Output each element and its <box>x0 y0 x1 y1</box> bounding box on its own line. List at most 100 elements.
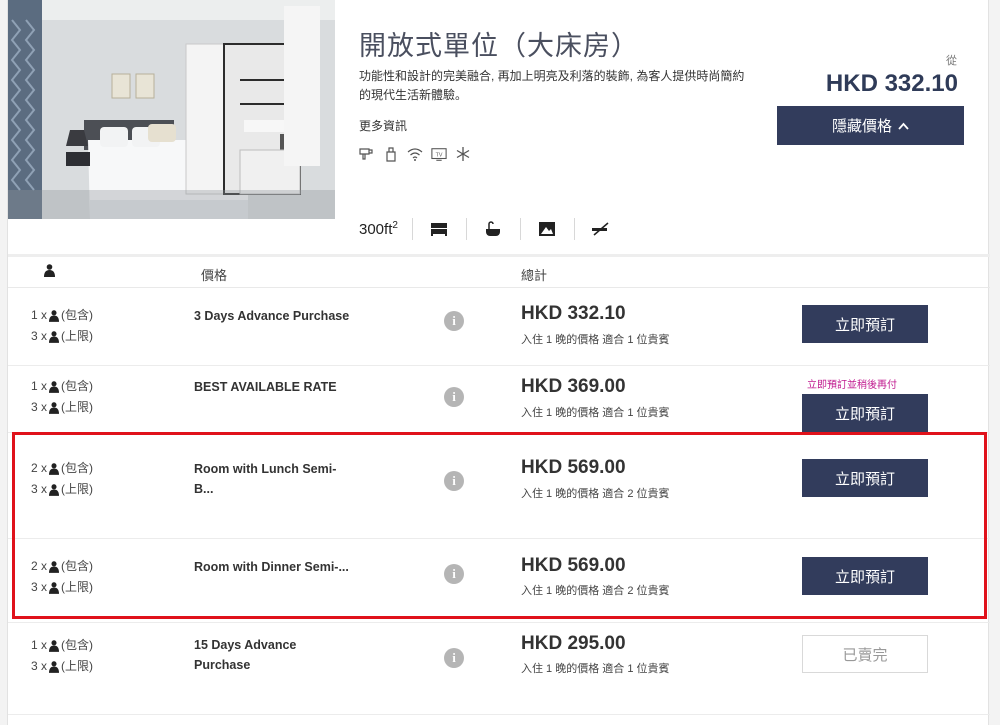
max-label: (上限) <box>61 329 94 343</box>
occupancy: 1 x (包含) 3 x (上限) <box>31 376 93 418</box>
max-count: 3 x <box>31 580 48 594</box>
rate-name[interactable]: 3 Days Advance Purchase <box>194 306 374 326</box>
total-column-header: 總計 <box>521 268 548 283</box>
included-count: 1 x <box>31 308 48 322</box>
svg-text:TV: TV <box>436 152 443 158</box>
included-label: (包含) <box>61 638 94 652</box>
rate-name[interactable]: BEST AVAILABLE RATE <box>194 377 374 397</box>
rate-price: HKD 332.10 <box>521 303 626 324</box>
rate-name-line: Room with Dinner Semi-... <box>194 560 349 574</box>
info-icon[interactable]: i <box>444 311 464 331</box>
guest-icon <box>49 483 60 496</box>
occupancy: 1 x (包含) 3 x (上限) <box>31 635 93 677</box>
guest-icon <box>49 560 60 573</box>
info-icon[interactable]: i <box>444 648 464 668</box>
no-smoking-icon <box>573 218 628 240</box>
info-icon[interactable]: i <box>444 564 464 584</box>
sold-out-button: 已賣完 <box>802 635 928 673</box>
room-title: 開放式單位（大床房） <box>359 31 639 61</box>
rate-row: 1 x (包含) 3 x (上限) BEST AVAILABLE RATE i HK… <box>8 366 990 433</box>
max-count: 3 x <box>31 482 48 496</box>
occupancy: 2 x (包含) 3 x (上限) <box>31 556 93 598</box>
included-label: (包含) <box>61 308 94 322</box>
included-label: (包含) <box>61 379 94 393</box>
rate-subtitle: 入住 1 晚的價格 適合 2 位貴賓 <box>521 488 670 500</box>
rate-name[interactable]: 15 Days Advance Purchase <box>194 635 374 675</box>
wifi-icon <box>407 146 423 162</box>
max-count: 3 x <box>31 329 48 343</box>
room-card: 開放式單位（大床房） 功能性和設計的完美融合, 再加上明亮及利落的裝飾, 為客人… <box>7 0 990 725</box>
rate-price: HKD 569.00 <box>521 457 626 478</box>
toiletries-icon <box>383 146 399 162</box>
rate-name-line: BEST AVAILABLE RATE <box>194 380 337 394</box>
guest-icon <box>49 401 60 414</box>
rate-name-line: 15 Days Advance <box>194 638 297 652</box>
room-features: 300ft2 <box>359 214 628 244</box>
info-icon[interactable]: i <box>444 387 464 407</box>
rate-subtitle: 入住 1 晚的價格 適合 1 位貴賓 <box>521 334 670 346</box>
rate-row: 2 x (包含) 3 x (上限) Room with Lunch Semi- B..… <box>8 433 990 539</box>
included-count: 1 x <box>31 638 48 652</box>
included-count: 2 x <box>31 559 48 573</box>
info-icon[interactable]: i <box>444 471 464 491</box>
section-divider <box>8 254 990 257</box>
guest-icon <box>44 264 55 280</box>
max-label: (上限) <box>61 580 94 594</box>
guest-icon <box>49 309 60 322</box>
rate-name[interactable]: Room with Lunch Semi- B... <box>194 459 374 499</box>
max-label: (上限) <box>61 482 94 496</box>
rate-row: 1 x (包含) 3 x (上限) 3 Days Advance Purchase … <box>8 289 990 366</box>
room-size-unit-sup: 2 <box>392 220 398 231</box>
rate-name[interactable]: Room with Dinner Semi-... <box>194 557 374 577</box>
price-column-header: 價格 <box>201 268 228 283</box>
rate-name-line: Room with Lunch Semi- <box>194 462 337 476</box>
book-now-button[interactable]: 立即預訂 <box>802 394 928 432</box>
rate-price: HKD 295.00 <box>521 633 626 654</box>
rate-name-line: 3 Days Advance Purchase <box>194 309 350 323</box>
room-photo[interactable] <box>8 0 335 219</box>
included-count: 1 x <box>31 379 48 393</box>
air-conditioning-icon <box>455 146 471 162</box>
max-label: (上限) <box>61 400 94 414</box>
guest-icon <box>49 660 60 673</box>
book-now-button[interactable]: 立即預訂 <box>802 305 928 343</box>
tv-icon: TV <box>431 146 447 162</box>
max-count: 3 x <box>31 659 48 673</box>
guest-icon <box>49 581 60 594</box>
rate-subtitle: 入住 1 晚的價格 適合 1 位貴賓 <box>521 663 670 675</box>
from-price: HKD 332.10 <box>825 70 958 97</box>
rate-name-line: Purchase <box>194 658 251 672</box>
rate-subtitle: 入住 1 晚的價格 適合 2 位貴賓 <box>521 585 670 597</box>
guest-icon <box>49 462 60 475</box>
max-label: (上限) <box>61 659 94 673</box>
rate-row: 1 x (包含) 3 x (上限) 15 Days Advance Purchase … <box>8 623 990 715</box>
hairdryer-icon <box>359 146 375 162</box>
hide-prices-button[interactable]: 隱藏價格 <box>777 106 964 145</box>
hide-prices-label: 隱藏價格 <box>831 118 892 135</box>
occupancy: 2 x (包含) 3 x (上限) <box>31 458 93 500</box>
book-now-button[interactable]: 立即預訂 <box>802 459 928 497</box>
book-now-button[interactable]: 立即預訂 <box>802 557 928 595</box>
max-count: 3 x <box>31 400 48 414</box>
occupancy: 1 x (包含) 3 x (上限) <box>31 305 93 347</box>
rate-price: HKD 369.00 <box>521 376 626 397</box>
bed-icon <box>411 218 466 240</box>
amenities-list: TV <box>359 146 471 162</box>
window-view-icon <box>519 218 574 240</box>
pay-later-note: 立即預訂並稍後再付 <box>807 380 897 391</box>
rate-name-line: B... <box>194 482 214 496</box>
rates-table-header: 價格 總計 <box>8 258 990 288</box>
bathroom-icon <box>465 218 520 240</box>
room-size-value: 300ft <box>359 221 393 238</box>
guest-icon <box>49 330 60 343</box>
rate-subtitle: 入住 1 晚的價格 適合 1 位貴賓 <box>521 407 670 419</box>
guest-icon <box>49 380 60 393</box>
rate-price: HKD 569.00 <box>521 555 626 576</box>
chevron-up-icon <box>898 117 909 134</box>
included-count: 2 x <box>31 461 48 475</box>
more-info-link[interactable]: 更多資訊 <box>359 117 407 134</box>
rate-row: 2 x (包含) 3 x (上限) Room with Dinner Semi-..… <box>8 539 990 623</box>
guest-icon <box>49 639 60 652</box>
room-size: 300ft2 <box>359 220 412 238</box>
room-description: 功能性和設計的完美融合, 再加上明亮及利落的裝飾, 為客人提供時尚簡約的現代生活… <box>359 69 745 102</box>
